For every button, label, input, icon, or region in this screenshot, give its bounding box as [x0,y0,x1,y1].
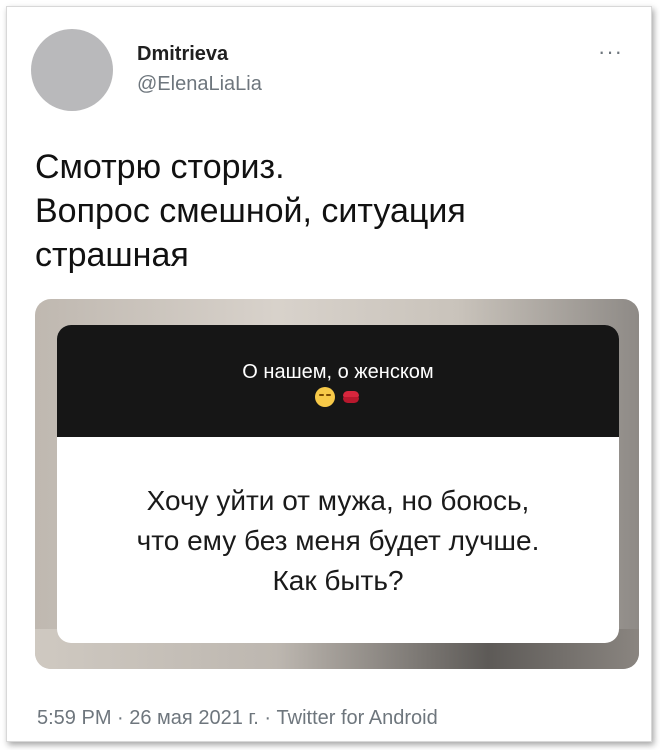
story-emojis [57,385,619,408]
more-options-icon[interactable]: ··· [598,39,623,65]
story-answer-line: Хочу уйти от мужа, но боюсь, [146,485,530,516]
avatar[interactable] [31,29,113,111]
tweet-media-image[interactable]: О нашем, о женском Хочу уйти от мужа, но… [35,299,639,669]
tweet-text-line: Смотрю сториз. [35,148,285,186]
tweet-text-line: Вопрос смешной, ситуация [35,192,466,230]
tweet-text: Смотрю сториз. Вопрос смешной, ситуация … [35,145,625,277]
story-question-sticker: О нашем, о женском Хочу уйти от мужа, но… [57,325,619,643]
story-answer-line: что ему без меня будет лучше. [136,525,540,556]
display-name[interactable]: Dmitrieva [137,43,228,66]
kiss-mark-emoji-icon [341,390,361,404]
tweet-text-line: страшная [35,236,189,274]
relieved-face-emoji-icon [315,386,335,407]
tweet-card: Dmitrieva @ElenaLiaLia ··· Смотрю сториз… [6,6,652,742]
story-answer-line: Как быть? [272,565,404,596]
story-question-title: О нашем, о женском [242,361,434,383]
story-question-header: О нашем, о женском [57,325,619,437]
user-handle[interactable]: @ElenaLiaLia [137,73,262,96]
story-answer-text: Хочу уйти от мужа, но боюсь, что ему без… [57,481,619,601]
tweet-timestamp-source[interactable]: 5:59 PM · 26 мая 2021 г. · Twitter for A… [37,707,438,730]
